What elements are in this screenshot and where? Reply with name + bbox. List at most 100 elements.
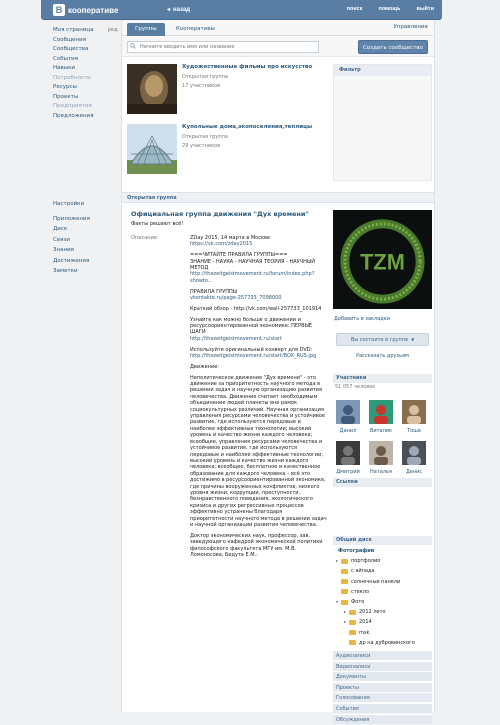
member-name[interactable]: Денис (402, 469, 426, 475)
tree-folder-item[interactable]: ▸ 2014 (334, 617, 432, 627)
menu-item-knowledge[interactable]: Знания (53, 245, 119, 256)
members-header[interactable]: Участники (333, 374, 432, 383)
menu-item-my-page[interactable]: Моя страница ред. (53, 26, 119, 36)
nav-search-link[interactable]: поиск (347, 6, 363, 12)
menu-item-enterprises[interactable]: Предприятия (53, 102, 119, 112)
tree-folder-item[interactable]: солнечные панели (334, 577, 432, 587)
section-link[interactable]: Голосования (333, 692, 432, 703)
group-list-item[interactable]: Художественные фильмы про искусство Откр… (127, 64, 329, 120)
member-name[interactable]: Наталья (369, 469, 393, 475)
back-arrow-icon: ◂ (167, 7, 171, 13)
tell-friends-link[interactable]: Рассказать друзьям (333, 353, 432, 359)
description-link[interactable]: http://thezeitgeistmovement.ru/forum/ind… (190, 271, 314, 283)
member-name[interactable]: Виталик (369, 428, 393, 434)
manage-link[interactable]: Управление (393, 24, 428, 30)
description-text: ZDay 2015, 14 марта в Москве https://vk.c… (190, 235, 327, 563)
description-line: Краткий обзор - http://vk.com/wall-25773… (190, 305, 322, 312)
membership-button[interactable]: Вы состоите в группе ▼ (336, 333, 429, 346)
member-card[interactable]: Денис (402, 441, 428, 475)
avatar[interactable] (402, 400, 426, 424)
member-card[interactable]: Дмитрий (336, 441, 362, 475)
avatar[interactable] (369, 441, 393, 465)
menu-item-notes[interactable]: Заметки (53, 266, 119, 277)
menu-item-achievements[interactable]: Достижения (53, 256, 119, 267)
member-card[interactable]: Наталья (369, 441, 395, 475)
shared-disk-header[interactable]: Общий диск (333, 536, 432, 545)
folder-icon (341, 568, 348, 574)
tree-label: msk (359, 629, 370, 636)
tree-folder-item[interactable]: ▸ портфолио (334, 556, 432, 566)
group-list-item[interactable]: Купольные дома,экопоселения,теплицы Откр… (127, 124, 329, 180)
nav-logout-link[interactable]: выйти (416, 6, 434, 12)
menu-item-messages[interactable]: Сообщения (53, 36, 119, 46)
section-link[interactable]: Обсуждения (333, 713, 432, 724)
menu-item-offers[interactable]: Предложения (53, 112, 119, 122)
tree-label: 2012 лето (359, 609, 386, 616)
menu-item-apps[interactable]: Приложения (53, 214, 119, 225)
search-input[interactable] (127, 41, 319, 53)
edit-link[interactable]: ред. (108, 26, 119, 36)
menu-item-communities[interactable]: Сообщества (53, 45, 119, 55)
member-name[interactable]: Дмитрий (336, 469, 360, 475)
links-header[interactable]: Ссылки (333, 478, 432, 487)
avatar[interactable] (336, 441, 360, 465)
menu-item-skills[interactable]: Навыки (53, 64, 119, 74)
group-title[interactable]: Купольные дома,экопоселения,теплицы (182, 124, 312, 130)
nav-help-link[interactable]: помощь (378, 6, 400, 12)
tree-label: с айпада (351, 568, 375, 575)
folder-tree: Фотографии ▸ портфолио с айпада солнечные па… (334, 546, 432, 648)
tree-folder-item[interactable]: стекло (334, 587, 432, 597)
tree-folder-item[interactable]: ▸ 2012 лето (334, 607, 432, 617)
description-line: ЗНАНИЕ - НАУКА - НАУЧНАЯ ТЕОРИЯ - НАУЧНЫ… (190, 258, 316, 272)
member-name[interactable]: Тоша (402, 428, 426, 434)
menu-item-projects[interactable]: Проекты (53, 93, 119, 103)
description-link[interactable]: vkontakte.ru/page-257733_7098000 (190, 295, 282, 301)
tree-header[interactable]: Фотографии (334, 546, 432, 556)
member-card[interactable]: Виталик (369, 400, 395, 434)
description-link[interactable]: http://thezeitgeistmovement.ru/start/BOX… (190, 353, 316, 359)
group-thumbnail[interactable] (127, 124, 177, 174)
avatar[interactable] (369, 400, 393, 424)
folder-icon (349, 619, 356, 625)
tree-label: Фото (351, 598, 365, 605)
group-avatar[interactable]: TZM (333, 210, 432, 309)
description-link[interactable]: https://vk.com/zday2015 (190, 241, 252, 247)
menu-item-settings[interactable]: Настройки (53, 199, 119, 210)
menu-item-links[interactable]: Связи (53, 235, 119, 246)
avatar[interactable] (402, 441, 426, 465)
top-header: В кооперативе ◂ назад поиск помощь выйти (41, 0, 442, 20)
menu-item-needs[interactable]: Потребности (53, 74, 119, 84)
create-community-button[interactable]: Создать сообщество (358, 40, 428, 54)
member-card[interactable]: Данил (336, 400, 362, 434)
description-paragraph: Используйте оригинальный конверт для DVD… (190, 347, 327, 360)
tab-groups[interactable]: Группы (127, 23, 165, 36)
section-link[interactable]: Видеозаписи (333, 660, 432, 671)
description-line: Движение: (190, 363, 219, 370)
member-name[interactable]: Данил (336, 428, 360, 434)
tree-folder-item[interactable]: с айпада (334, 566, 432, 576)
tab-cooperatives[interactable]: Кооперативы (168, 23, 223, 36)
logo[interactable]: В кооперативе (53, 4, 118, 16)
back-link[interactable]: ◂ назад (167, 6, 190, 13)
add-bookmark-link[interactable]: Добавить в закладки (334, 316, 390, 322)
membership-label: Вы состоите в группе (350, 337, 409, 343)
left-menu: Моя страница ред. Сообщения Сообщества Со… (53, 26, 119, 121)
menu-item-disk[interactable]: Диск (53, 224, 119, 235)
group-title[interactable]: Художественные фильмы про искусство (182, 64, 312, 70)
description-link[interactable]: http://thezeitgeistmovement.ru/start (190, 336, 282, 342)
tree-folder-item[interactable]: ▾ Фото (334, 597, 432, 607)
section-link[interactable]: Документы (333, 671, 432, 682)
avatar[interactable] (336, 400, 360, 424)
tree-folder-item[interactable]: msk (334, 628, 432, 638)
tree-folder-item[interactable]: др на дубровинского (334, 638, 432, 648)
group-thumbnail[interactable] (127, 64, 177, 114)
section-link[interactable]: Аудиозаписи (333, 650, 432, 660)
logo-text: кооперативе (68, 5, 119, 15)
filter-header[interactable]: Фильтр (334, 65, 431, 76)
menu-item-resources[interactable]: Ресурсы (53, 83, 119, 93)
member-card[interactable]: Тоша (402, 400, 428, 434)
menu-item-events[interactable]: События (53, 55, 119, 65)
section-link[interactable]: Проекты (333, 681, 432, 692)
menu-label: Моя страница (53, 27, 94, 33)
open-group-label: Открытая группа (127, 195, 177, 201)
